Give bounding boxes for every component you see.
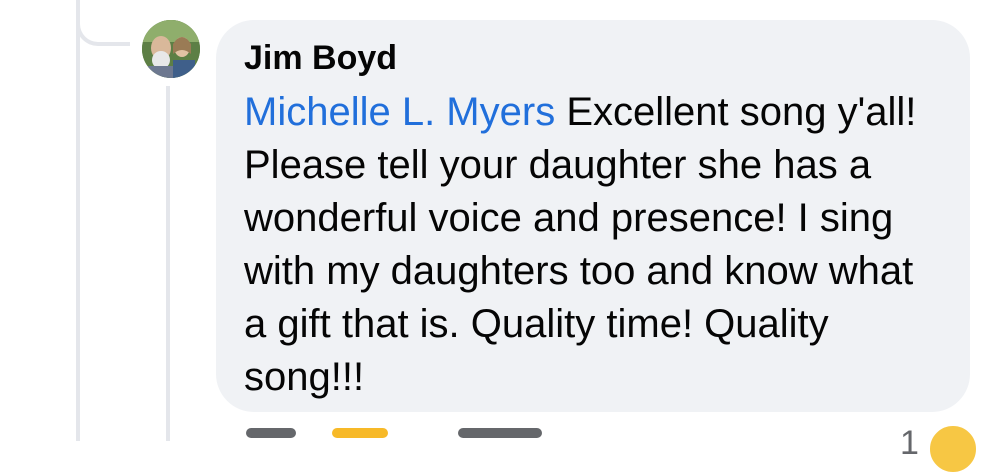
reaction-count[interactable]: 1 <box>900 426 919 460</box>
comment-text: Michelle L. Myers Excellent song y'all! … <box>244 86 944 404</box>
comment-actions-row <box>240 428 1000 448</box>
reaction-emoji-icon[interactable] <box>928 424 978 474</box>
mention-link[interactable]: Michelle L. Myers <box>244 90 555 134</box>
reply-button[interactable] <box>458 428 542 438</box>
like-button[interactable] <box>332 428 388 438</box>
thread-line-outer <box>76 0 80 441</box>
comment-bubble: Jim Boyd Michelle L. Myers Excellent son… <box>216 20 970 412</box>
comment-message: Excellent song y'all! Please tell your d… <box>244 90 917 399</box>
thread-line-inner <box>166 86 170 441</box>
comment-author[interactable]: Jim Boyd <box>244 38 942 78</box>
avatar[interactable] <box>142 20 200 78</box>
avatar-photo <box>142 20 200 78</box>
timestamp[interactable] <box>246 428 296 438</box>
thread-connector <box>76 0 130 46</box>
